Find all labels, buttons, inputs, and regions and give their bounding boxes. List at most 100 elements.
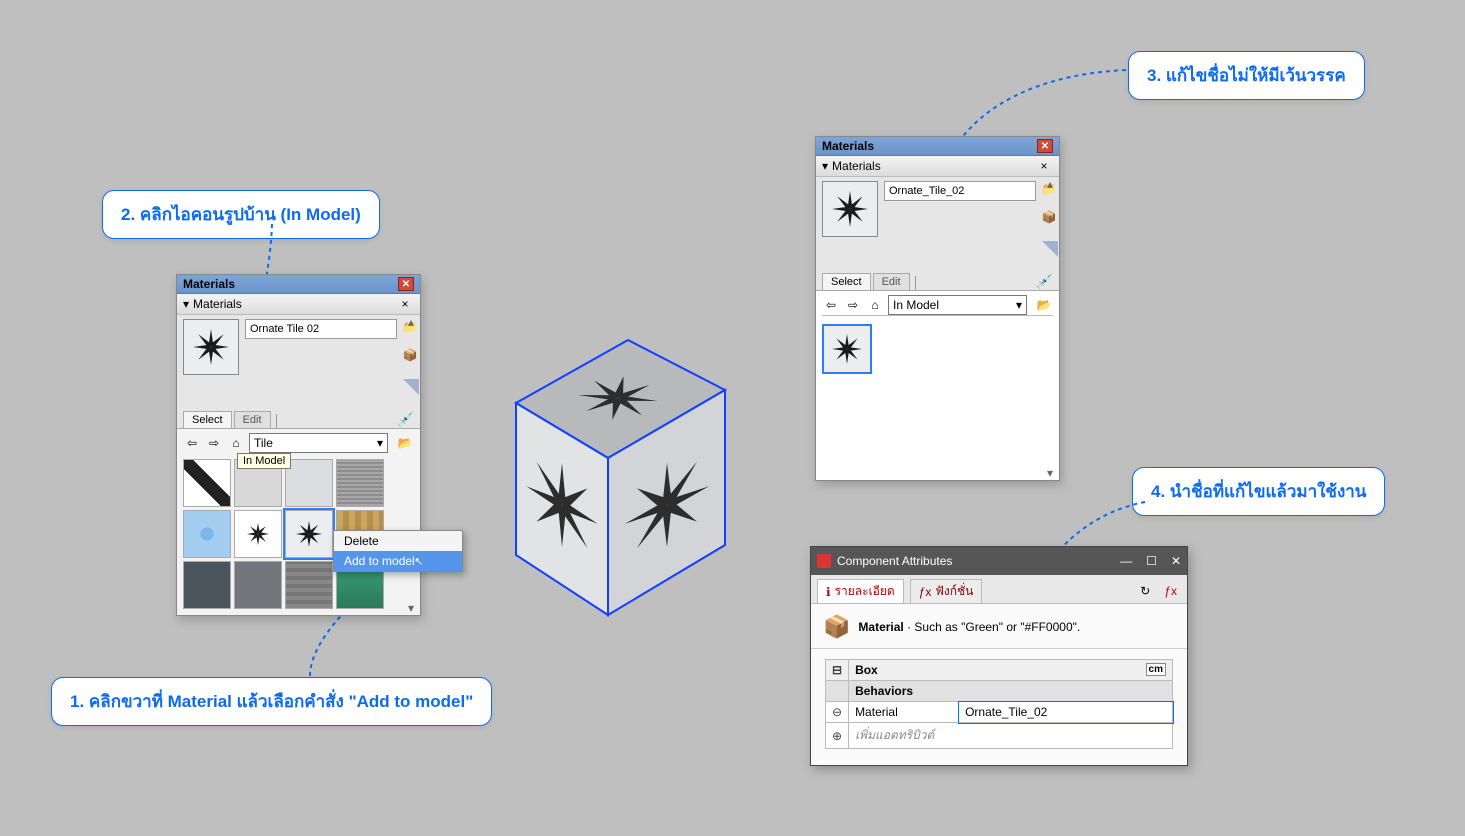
panel-title: Materials: [183, 277, 235, 291]
tab-edit-label: Edit: [882, 276, 901, 288]
scroll-down-icon[interactable]: ▾: [408, 601, 414, 615]
scroll-up-icon[interactable]: ▴: [408, 315, 414, 329]
unit-badge[interactable]: cm: [1146, 663, 1166, 676]
hint-label: Material: [858, 620, 903, 634]
remove-row-icon[interactable]: ⊖: [826, 702, 849, 723]
nav-forward-icon[interactable]: ⇨: [205, 434, 223, 452]
callout-1: 1. คลิกขวาที่ Material แล้วเลือกคำสั่ง "…: [51, 677, 492, 726]
nav-back-icon[interactable]: ⇦: [822, 296, 840, 314]
tile-thumb[interactable]: [183, 510, 231, 558]
tabs-row: Select Edit 💉: [816, 273, 1059, 290]
panel-subbar[interactable]: ▾ Materials ×: [177, 294, 420, 315]
tile-thumb[interactable]: [285, 561, 333, 609]
tile-thumb[interactable]: [183, 459, 231, 507]
panel-titlebar[interactable]: Materials ✕: [177, 275, 420, 294]
tab-edit[interactable]: Edit: [873, 273, 910, 290]
x-small-icon[interactable]: ×: [396, 296, 414, 312]
panel-subbar[interactable]: ▾ Materials ×: [816, 156, 1059, 177]
material-name-input[interactable]: [245, 319, 397, 339]
info-icon: ℹ: [826, 585, 831, 599]
add-row-icon[interactable]: ⊕: [826, 723, 849, 749]
callout-3: 3. แก้ไขชื่อไม่ให้มีเว้นวรรค: [1128, 51, 1365, 100]
callout-2-text: 2. คลิกไอคอนรูปบ้าน (In Model): [121, 205, 361, 224]
x-small-icon[interactable]: ×: [1035, 158, 1053, 174]
refresh-icon[interactable]: ↻: [1140, 584, 1150, 598]
callout-4-text: 4. นำชื่อที่แก้ไขแล้วมาใช้งาน: [1151, 482, 1366, 501]
tile-thumb[interactable]: [183, 561, 231, 609]
close-icon[interactable]: ✕: [398, 277, 414, 291]
collapse-icon[interactable]: ▾: [183, 297, 189, 311]
unit-label: cm: [1149, 664, 1163, 675]
attribute-hint-text: Material · Such as "Green" or "#FF0000".: [858, 620, 1080, 634]
context-add-to-model[interactable]: Add to model ↖: [334, 551, 462, 571]
attr-value-input[interactable]: Ornate_Tile_02: [959, 702, 1173, 723]
hint-rest: · Such as "Green" or "#FF0000".: [904, 620, 1080, 634]
tab-edit-label: Edit: [243, 414, 262, 426]
in-model-icon[interactable]: ⌂: [227, 434, 245, 452]
library-dropdown-value: In Model: [893, 298, 939, 312]
tab-select[interactable]: Select: [822, 273, 871, 290]
head-label: Box: [855, 663, 878, 677]
tab-detail-label: รายละเอียด: [835, 582, 895, 601]
tile-thumb[interactable]: [234, 510, 282, 558]
material-name-input[interactable]: [884, 181, 1036, 201]
tab-detail[interactable]: ℹ รายละเอียด: [817, 579, 904, 603]
tab-divider: [915, 276, 916, 290]
behaviors-header: Behaviors: [849, 681, 1173, 702]
panel-titlebar[interactable]: Materials ✕: [816, 137, 1059, 156]
context-delete[interactable]: Delete: [334, 531, 462, 551]
nav-back-icon[interactable]: ⇦: [183, 434, 201, 452]
attribute-body: ⊟ Box cm Behaviors ⊖ Material Ornate_Til…: [811, 649, 1187, 765]
fx-icon: ƒx: [919, 585, 932, 599]
add-attribute-label: เพิ่มแอตทริบิวต์: [855, 728, 934, 742]
library-dropdown[interactable]: Tile ▾: [249, 433, 388, 453]
attribute-hint: 📦 Material · Such as "Green" or "#FF0000…: [811, 604, 1187, 649]
nav-row: ⇦ ⇨ ⌂ In Model ▾ 📂: [822, 295, 1053, 315]
tab-select[interactable]: Select: [183, 411, 232, 428]
close-icon[interactable]: ✕: [1171, 554, 1181, 568]
fx-toggle-icon[interactable]: ƒx: [1164, 584, 1177, 598]
collapse-icon[interactable]: ⊟: [826, 660, 849, 681]
tile-thumb[interactable]: [234, 561, 282, 609]
attribute-row-material[interactable]: ⊖ Material Ornate_Tile_02: [826, 702, 1173, 723]
tab-select-label: Select: [192, 414, 223, 426]
behaviors-label: Behaviors: [855, 684, 913, 698]
collapse-icon[interactable]: ▾: [822, 159, 828, 173]
tab-edit[interactable]: Edit: [234, 411, 271, 428]
current-material-swatch[interactable]: [822, 181, 878, 237]
inmodel-list: [822, 315, 1053, 474]
inmodel-tile[interactable]: [822, 324, 872, 374]
close-icon[interactable]: ✕: [1037, 139, 1053, 153]
current-material-swatch[interactable]: [183, 319, 239, 375]
panel-body: 📁 📦: [816, 177, 1059, 261]
panel-scroll[interactable]: ▴▾: [1043, 177, 1057, 480]
tile-thumb[interactable]: [285, 459, 333, 507]
tab-functions[interactable]: ƒx ฟังก์ชั่น: [910, 579, 983, 603]
add-attribute-row[interactable]: ⊕ เพิ่มแอตทริบิวต์: [826, 723, 1173, 749]
maximize-icon[interactable]: ☐: [1146, 554, 1157, 568]
callout-3-text: 3. แก้ไขชื่อไม่ให้มีเว้นวรรค: [1147, 66, 1346, 85]
minimize-icon[interactable]: —: [1120, 554, 1132, 568]
library-list-area: ⇦ ⇨ ⌂ In Model ▾ 📂: [816, 290, 1059, 480]
add-attribute-label-cell: เพิ่มแอตทริบิวต์: [849, 723, 1173, 749]
component-icon: 📦: [823, 614, 850, 640]
in-model-icon[interactable]: ⌂: [866, 296, 884, 314]
chevron-down-icon: ▾: [1016, 298, 1022, 312]
window-title: Component Attributes: [837, 554, 952, 568]
nav-forward-icon[interactable]: ⇨: [844, 296, 862, 314]
scroll-down-icon[interactable]: ▾: [1047, 466, 1053, 480]
attr-value-text: Ornate_Tile_02: [965, 705, 1047, 719]
nav-row: ⇦ ⇨ ⌂ Tile ▾ 📂: [183, 433, 414, 453]
tile-thumb[interactable]: [336, 459, 384, 507]
scroll-up-icon[interactable]: ▴: [1047, 177, 1053, 191]
library-list-area: ⇦ ⇨ ⌂ Tile ▾ 📂: [177, 428, 420, 615]
tab-select-label: Select: [831, 276, 862, 288]
tab-functions-label: ฟังก์ชั่น: [935, 582, 973, 601]
chevron-down-icon: ▾: [377, 436, 383, 450]
context-menu: Delete Add to model ↖: [333, 530, 463, 572]
materials-panel-2: Materials ✕ ▾ Materials × 📁 📦 Select Edi…: [815, 136, 1060, 481]
library-dropdown[interactable]: In Model ▾: [888, 295, 1027, 315]
window-titlebar[interactable]: Component Attributes — ☐ ✕: [811, 547, 1187, 575]
tab-row: ℹ รายละเอียด ƒx ฟังก์ชั่น ↻ ƒx: [811, 575, 1187, 604]
tile-thumb-selected[interactable]: [285, 510, 333, 558]
